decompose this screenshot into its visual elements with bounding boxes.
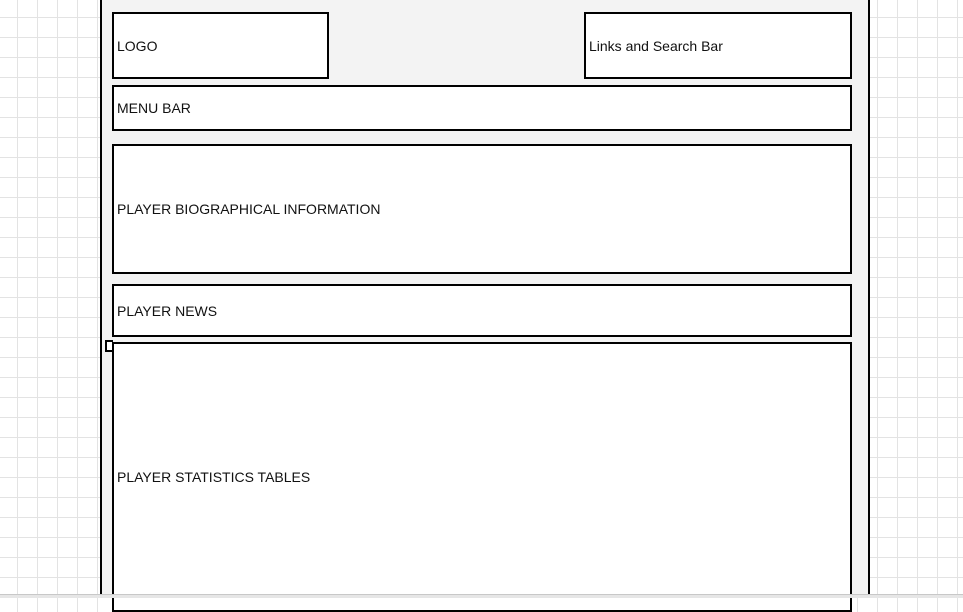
horizontal-scrollbar[interactable] — [0, 594, 963, 598]
player-stats-placeholder[interactable]: PLAYER STATISTICS TABLES — [112, 342, 852, 612]
menu-bar-label: MENU BAR — [117, 100, 191, 116]
player-bio-placeholder[interactable]: PLAYER BIOGRAPHICAL INFORMATION — [112, 144, 852, 274]
player-stats-label: PLAYER STATISTICS TABLES — [117, 469, 311, 485]
player-bio-label: PLAYER BIOGRAPHICAL INFORMATION — [117, 201, 381, 217]
links-search-label: Links and Search Bar — [589, 37, 723, 54]
logo-placeholder[interactable]: LOGO — [112, 12, 329, 79]
links-search-placeholder[interactable]: Links and Search Bar — [584, 12, 852, 79]
logo-label: LOGO — [117, 37, 158, 54]
menu-bar-placeholder[interactable]: MENU BAR — [112, 85, 852, 131]
player-news-label: PLAYER NEWS — [117, 302, 218, 319]
player-news-placeholder[interactable]: PLAYER NEWS — [112, 284, 852, 337]
